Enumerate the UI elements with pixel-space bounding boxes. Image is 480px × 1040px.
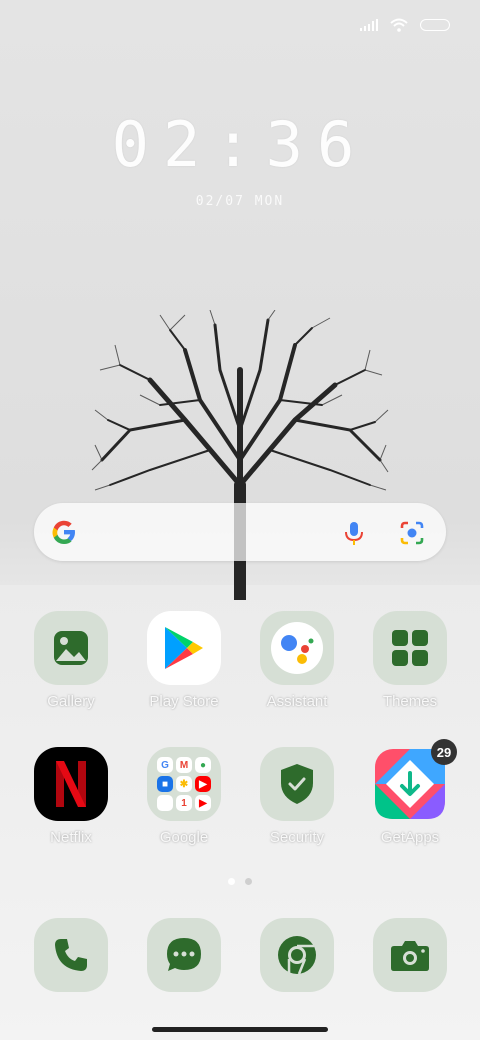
gallery-icon (34, 611, 108, 685)
google-search-bar[interactable] (34, 503, 446, 561)
google-mini-icon: G (157, 757, 173, 773)
signal-icon (360, 19, 378, 31)
notification-badge: 29 (431, 739, 457, 765)
youtube-mini-icon: ▶ (195, 795, 211, 811)
page-dot[interactable] (245, 878, 252, 885)
photos-mini-icon: ✱ (176, 776, 192, 792)
dock-chrome[interactable] (247, 918, 347, 992)
app-netflix[interactable]: Netflix (21, 747, 121, 846)
page-dot-active[interactable] (228, 878, 235, 885)
google-logo-icon (52, 520, 75, 544)
youtube-music-mini-icon: ▶ (195, 776, 211, 792)
app-security[interactable]: Security (247, 747, 347, 846)
app-getapps[interactable]: 29 GetApps (360, 739, 460, 846)
duo-mini-icon: ■ (157, 776, 173, 792)
dock-messages[interactable] (134, 918, 234, 992)
wifi-icon (390, 18, 408, 32)
phone-icon (34, 918, 108, 992)
app-assistant[interactable]: Assistant (247, 611, 347, 710)
mic-icon[interactable] (340, 519, 368, 547)
app-label: Themes (382, 693, 438, 710)
app-label: GetApps (380, 829, 440, 846)
google-one-mini-icon: 1 (176, 795, 192, 811)
home-gesture-bar[interactable] (152, 1027, 328, 1032)
page-indicator (0, 878, 480, 885)
status-bar (360, 18, 450, 32)
clock-date[interactable]: 02/07 MON (0, 194, 480, 209)
dock-phone[interactable] (21, 918, 121, 992)
gmail-mini-icon: M (176, 757, 192, 773)
app-label: Play Store (149, 693, 219, 710)
app-label: Google (159, 829, 209, 846)
app-label: Gallery (47, 693, 95, 710)
app-play-store[interactable]: Play Store (134, 611, 234, 710)
app-label: Netflix (50, 829, 92, 846)
app-gallery[interactable]: Gallery (21, 611, 121, 710)
themes-icon (373, 611, 447, 685)
netflix-icon (34, 747, 108, 821)
drive-mini-icon (157, 795, 173, 811)
messages-icon (147, 918, 221, 992)
battery-icon (420, 19, 450, 31)
google-folder-icon: G M ● ■ ✱ ▶ 1 ▶ (147, 747, 221, 821)
play-store-icon (147, 611, 221, 685)
shield-icon (260, 747, 334, 821)
clock-time[interactable]: 02:36 (0, 108, 480, 181)
app-label: Security (269, 829, 325, 846)
getapps-icon: 29 (373, 739, 457, 821)
assistant-icon (260, 611, 334, 685)
maps-mini-icon: ● (195, 757, 211, 773)
lens-icon[interactable] (398, 519, 426, 547)
chrome-icon (260, 918, 334, 992)
camera-icon (373, 918, 447, 992)
app-google-folder[interactable]: G M ● ■ ✱ ▶ 1 ▶ Google (134, 747, 234, 846)
app-themes[interactable]: Themes (360, 611, 460, 710)
app-label: Assistant (266, 693, 328, 710)
dock-camera[interactable] (360, 918, 460, 992)
